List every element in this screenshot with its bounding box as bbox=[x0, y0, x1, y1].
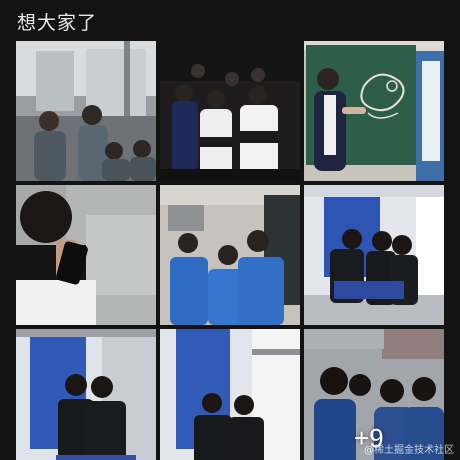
photo-thumbnail-4[interactable] bbox=[16, 185, 156, 325]
watermark-text: @稀土掘金技术社区 bbox=[364, 445, 454, 456]
photo-thumbnail-3[interactable] bbox=[304, 41, 444, 181]
photo-thumbnail-1[interactable] bbox=[16, 41, 156, 181]
post-text: 想大家了 bbox=[17, 12, 98, 34]
photo-thumbnail-8[interactable] bbox=[160, 329, 300, 460]
photo-thumbnail-2[interactable] bbox=[160, 41, 300, 181]
photo-grid: +9 bbox=[16, 41, 444, 460]
photo-thumbnail-6[interactable] bbox=[304, 185, 444, 325]
photo-thumbnail-7[interactable] bbox=[16, 329, 156, 460]
moments-post: 想大家了 +9 @稀土掘金技术社区 bbox=[0, 0, 460, 460]
photo-thumbnail-5[interactable] bbox=[160, 185, 300, 325]
